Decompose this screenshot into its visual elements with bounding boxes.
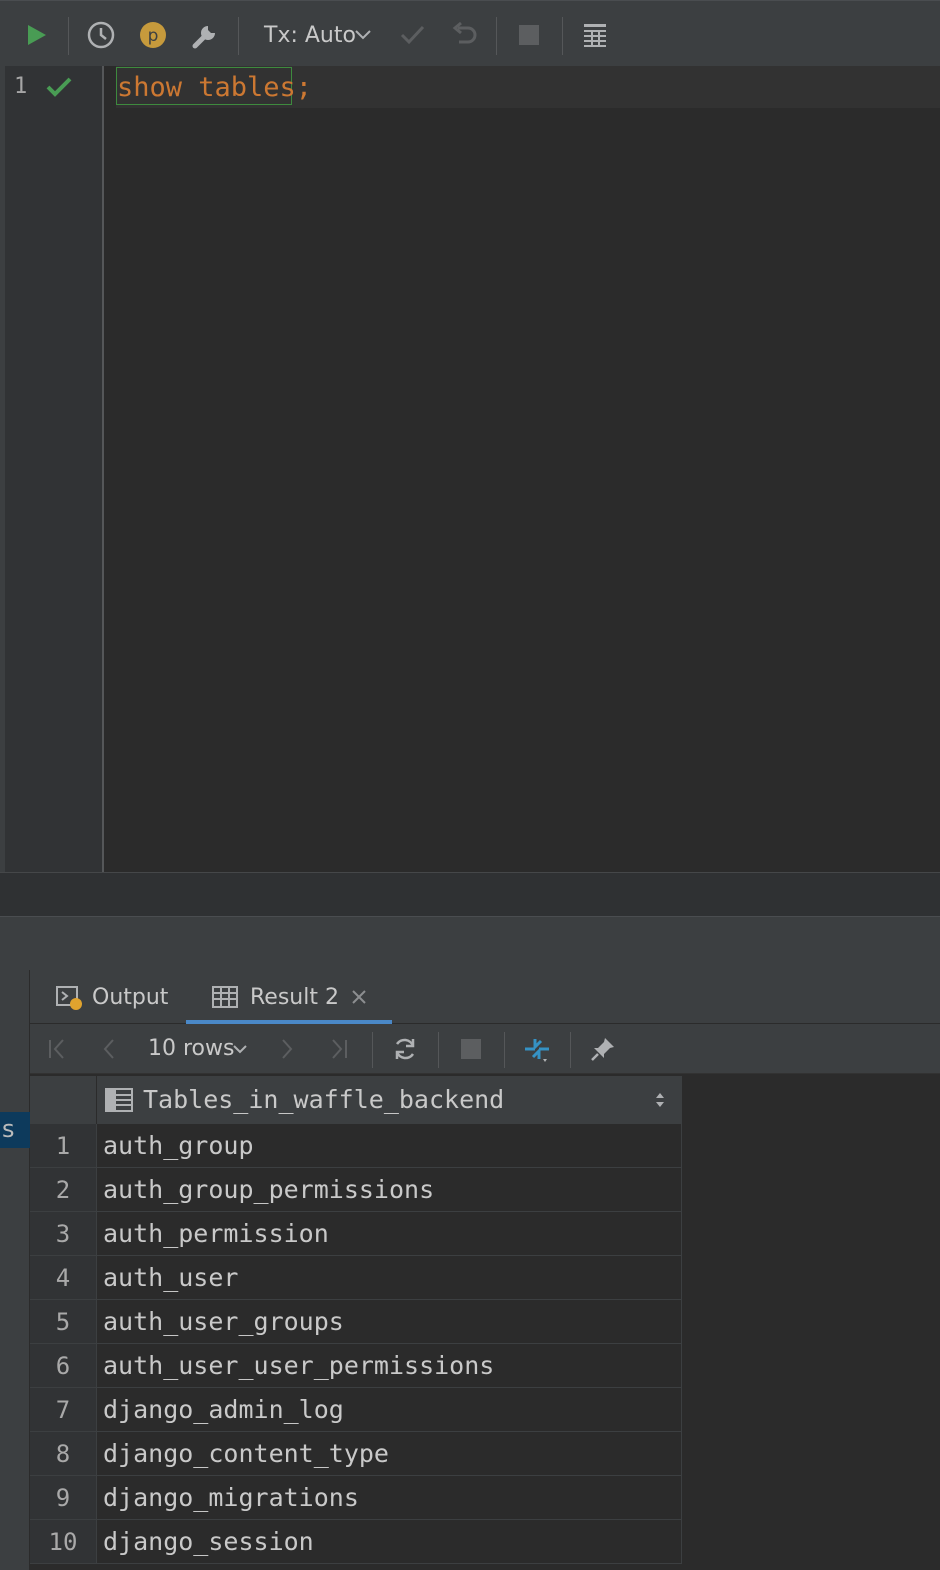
row-number: 1 — [30, 1124, 97, 1168]
row-number: 3 — [30, 1211, 97, 1256]
row-number: 4 — [30, 1255, 97, 1300]
table-row[interactable]: 4 auth_user — [30, 1255, 682, 1300]
console-toolbar: p Tx: Auto — [0, 0, 940, 66]
table-cell[interactable]: auth_permission — [96, 1211, 682, 1256]
toolbar-separator — [562, 17, 563, 55]
toolbar-separator — [570, 1032, 571, 1068]
next-page-icon[interactable] — [270, 1032, 304, 1066]
toolbar-separator — [504, 1032, 505, 1068]
table-cell[interactable]: auth_user_groups — [96, 1299, 682, 1344]
column-table-icon — [105, 1088, 133, 1112]
table-cell[interactable]: auth_group — [96, 1124, 682, 1168]
editor-gutter — [0, 66, 104, 872]
row-number: 9 — [30, 1475, 97, 1520]
result-tabs: Output Result 2 — [30, 970, 940, 1024]
result-toolbar: 10 rows — [30, 1024, 940, 1074]
table-cell[interactable]: auth_user_user_permissions — [96, 1343, 682, 1388]
sql-statement[interactable]: show tables; — [117, 72, 312, 103]
table-cell[interactable]: django_migrations — [96, 1475, 682, 1520]
toolbar-separator — [238, 17, 239, 55]
tab-result-label: Result 2 — [250, 984, 339, 1010]
close-icon[interactable] — [351, 989, 367, 1005]
row-number: 8 — [30, 1431, 97, 1476]
table-cell[interactable]: django_admin_log — [96, 1387, 682, 1432]
left-edge — [0, 66, 5, 916]
transaction-mode-dropdown[interactable]: Tx: Auto — [264, 23, 356, 48]
table-icon — [212, 986, 238, 1008]
compare-icon[interactable] — [520, 1032, 554, 1066]
side-panel-selected-item[interactable]: s — [0, 1112, 30, 1148]
success-check-icon — [44, 72, 74, 102]
result-grid: Tables_in_waffle_backend 1 auth_group 2 au… — [30, 1076, 682, 1564]
commit-check-icon[interactable] — [394, 17, 430, 53]
table-cell[interactable]: auth_group_permissions — [96, 1167, 682, 1212]
table-row[interactable]: 7 django_admin_log — [30, 1387, 682, 1432]
chevron-down-icon[interactable] — [348, 17, 378, 53]
line-number: 1 — [14, 74, 28, 99]
toolbar-separator — [438, 1032, 439, 1068]
table-row[interactable]: 6 auth_user_user_permissions — [30, 1343, 682, 1388]
row-number-header — [30, 1076, 97, 1124]
row-number: 6 — [30, 1343, 97, 1388]
pin-icon[interactable] — [586, 1032, 620, 1066]
table-view-icon[interactable] — [577, 17, 613, 53]
stop-icon[interactable] — [511, 17, 547, 53]
table-row[interactable]: 8 django_content_type — [30, 1431, 682, 1476]
prev-page-icon[interactable] — [92, 1032, 126, 1066]
sort-icon[interactable] — [654, 1090, 666, 1110]
console-icon — [56, 986, 82, 1010]
toolbar-separator — [496, 17, 497, 55]
table-row[interactable]: 9 django_migrations — [30, 1475, 682, 1520]
column-header[interactable]: Tables_in_waffle_backend — [96, 1076, 682, 1124]
editor-footer — [0, 872, 940, 916]
tab-output-label: Output — [92, 984, 169, 1010]
chevron-down-icon[interactable] — [228, 1032, 252, 1066]
profile-p-icon[interactable]: p — [135, 17, 171, 53]
row-number: 10 — [30, 1519, 97, 1564]
table-row[interactable]: 5 auth_user_groups — [30, 1299, 682, 1344]
side-panel-edge: s ust ado — [0, 970, 30, 1570]
rollback-icon[interactable] — [446, 17, 482, 53]
row-number: 5 — [30, 1299, 97, 1344]
table-cell[interactable]: auth_user — [96, 1255, 682, 1300]
sql-editor[interactable] — [0, 66, 940, 872]
tab-output[interactable]: Output — [56, 970, 168, 1024]
tab-result-2[interactable]: Result 2 — [212, 970, 367, 1024]
toolbar-separator — [68, 17, 69, 55]
row-number: 7 — [30, 1387, 97, 1432]
table-cell[interactable]: django_session — [96, 1519, 682, 1564]
last-page-icon[interactable] — [322, 1032, 356, 1066]
settings-wrench-icon[interactable] — [188, 17, 224, 53]
row-number: 2 — [30, 1167, 97, 1212]
profile-letter: p — [148, 26, 159, 46]
table-row[interactable]: 10 django_session — [30, 1519, 682, 1564]
toolbar-separator — [372, 1032, 373, 1068]
table-cell[interactable]: django_content_type — [96, 1431, 682, 1476]
first-page-icon[interactable] — [40, 1032, 74, 1066]
panel-splitter[interactable] — [0, 916, 940, 970]
refresh-icon[interactable] — [388, 1032, 422, 1066]
table-row[interactable]: 2 auth_group_permissions — [30, 1167, 682, 1212]
stop-icon[interactable] — [454, 1032, 488, 1066]
run-icon[interactable] — [18, 17, 54, 53]
history-icon[interactable] — [83, 17, 119, 53]
page-size-dropdown[interactable]: 10 rows — [148, 1036, 234, 1061]
table-row[interactable]: 3 auth_permission — [30, 1211, 682, 1256]
column-header-label: Tables_in_waffle_backend — [143, 1085, 505, 1114]
table-row[interactable]: 1 auth_group — [30, 1124, 682, 1168]
